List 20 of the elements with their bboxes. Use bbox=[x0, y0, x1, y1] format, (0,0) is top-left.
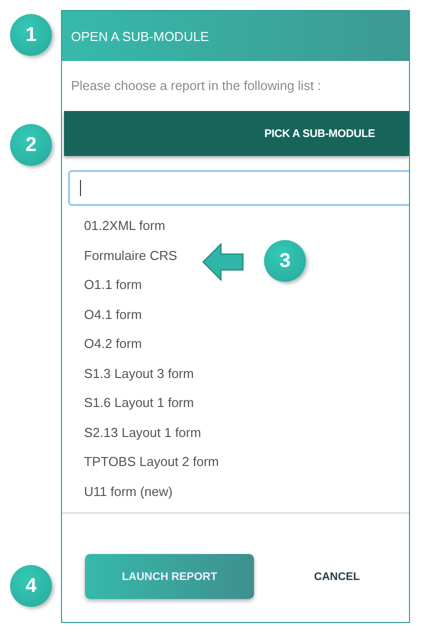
list-item[interactable]: O1.1 form bbox=[84, 270, 142, 300]
prompt-text: Please choose a report in the following list : bbox=[70, 77, 322, 95]
list-item[interactable]: S2.13 Layout 1 form bbox=[84, 418, 202, 447]
arrow-icon bbox=[202, 242, 244, 282]
list-item[interactable]: TPTOBS Layout 2 form bbox=[84, 447, 219, 476]
list-item[interactable]: O4.1 form bbox=[84, 300, 142, 329]
list-item[interactable]: S1.6 Layout 1 form bbox=[84, 388, 194, 418]
list-item[interactable]: 01.2XML form bbox=[84, 211, 166, 240]
cancel-button[interactable]: CANCEL bbox=[294, 554, 380, 599]
search-field[interactable] bbox=[68, 170, 409, 206]
list-item[interactable]: U11 form (new) bbox=[84, 476, 173, 506]
picker-header[interactable]: PICK A SUB-MODULE bbox=[64, 111, 409, 156]
list-item[interactable]: O4.2 form bbox=[84, 329, 142, 358]
list-item[interactable]: S1.3 Layout 3 form bbox=[84, 358, 194, 388]
step-badge: 4 bbox=[10, 565, 52, 607]
dialog-title: OPEN A SUB-MODULE bbox=[62, 11, 409, 61]
step-badge: 2 bbox=[10, 124, 52, 166]
list-item[interactable]: Formulaire CRS bbox=[84, 240, 178, 270]
text-cursor bbox=[80, 180, 81, 196]
step-badge: 1 bbox=[10, 14, 52, 56]
